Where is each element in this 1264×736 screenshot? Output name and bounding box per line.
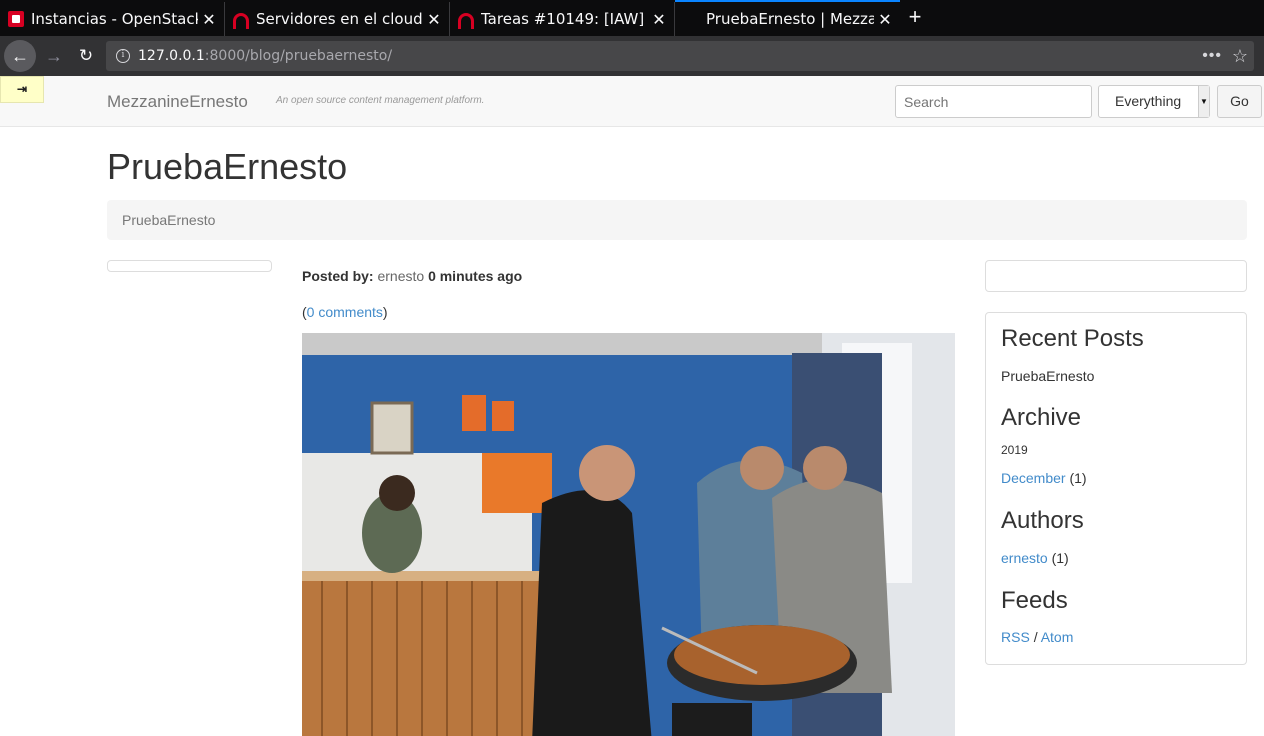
tab-instancias[interactable]: Instancias - OpenStack Da ✕: [0, 2, 225, 36]
info-icon[interactable]: i: [116, 49, 130, 63]
search-input[interactable]: [895, 85, 1092, 118]
search-scope-select[interactable]: Everything ▼: [1098, 85, 1210, 118]
tagline: An open source content management platfo…: [276, 95, 485, 106]
atom-link[interactable]: Atom: [1041, 629, 1074, 645]
page-actions-icon[interactable]: •••: [1202, 47, 1222, 65]
url-path: :8000/blog/pruebaernesto/: [204, 48, 393, 64]
recent-posts-heading: Recent Posts: [1001, 325, 1144, 352]
reload-icon[interactable]: ↻: [70, 40, 102, 72]
tab-tareas[interactable]: Tareas #10149: [IAW] - T ✕: [450, 2, 675, 36]
rss-link[interactable]: RSS: [1001, 629, 1030, 645]
admin-toolbar-toggle[interactable]: ⇥: [0, 76, 44, 103]
sidebar-author-link[interactable]: ernesto: [1001, 550, 1048, 566]
site-header: MezzanineErnesto An open source content …: [0, 76, 1264, 127]
breadcrumb-item: PruebaErnesto: [122, 212, 216, 228]
feeds-item: RSS / Atom: [1001, 629, 1073, 645]
nav-bar: ← → ↻ i 127.0.0.1:8000/blog/pruebaernest…: [0, 36, 1264, 76]
post-meta: Posted by: ernesto 0 minutes ago: [302, 268, 522, 284]
bookmark-star-icon[interactable]: ☆: [1232, 46, 1248, 67]
recent-post-link[interactable]: PruebaErnesto: [1001, 368, 1094, 384]
tab-title: Tareas #10149: [IAW] - T: [481, 10, 648, 28]
go-button[interactable]: Go: [1217, 85, 1262, 118]
redmine-icon: [233, 13, 249, 29]
feed-separator: /: [1033, 629, 1038, 645]
page-title: PruebaErnesto: [107, 146, 348, 187]
new-tab-icon[interactable]: +: [903, 6, 927, 30]
archive-heading: Archive: [1001, 404, 1082, 431]
close-icon[interactable]: ✕: [423, 10, 445, 29]
author-item: ernesto (1): [1001, 550, 1069, 566]
post-photo: [302, 333, 955, 736]
breadcrumb: PruebaErnesto: [107, 200, 1247, 240]
comments-link[interactable]: 0 comments: [307, 304, 383, 320]
redmine-icon: [458, 13, 474, 29]
post-image: [302, 333, 955, 736]
blank-page-icon: [683, 11, 699, 27]
archive-month-link[interactable]: December: [1001, 470, 1066, 486]
feeds-heading: Feeds: [1001, 587, 1068, 614]
authors-heading: Authors: [1001, 507, 1084, 534]
close-icon[interactable]: ✕: [874, 10, 896, 29]
tab-bar: Instancias - OpenStack Da ✕ Servidores e…: [0, 0, 1264, 36]
search-scope-value: Everything: [1115, 93, 1182, 109]
comments-line: (0 comments): [302, 304, 388, 320]
close-icon[interactable]: ✕: [198, 10, 220, 29]
address-bar[interactable]: i 127.0.0.1:8000/blog/pruebaernesto/ •••…: [106, 41, 1254, 71]
tab-title: PruebaErnesto | Mezzanin: [706, 10, 874, 28]
close-icon[interactable]: ✕: [648, 10, 670, 29]
archive-month-count: (1): [1069, 470, 1087, 486]
left-sidebar-panel: [107, 260, 272, 272]
openstack-icon: [8, 11, 24, 27]
back-arrow-icon[interactable]: ←: [4, 40, 36, 72]
tab-title: Instancias - OpenStack Da: [31, 10, 198, 28]
right-sidebar: Recent Posts PruebaErnesto Archive 2019 …: [985, 312, 1247, 665]
caret-down-icon: ▼: [1198, 86, 1209, 117]
archive-year: 2019: [1001, 443, 1028, 457]
archive-month-item: December (1): [1001, 470, 1087, 486]
author-count: (1): [1051, 550, 1069, 566]
forward-arrow-icon[interactable]: →: [38, 40, 70, 72]
author-link[interactable]: ernesto: [377, 268, 424, 284]
posted-by-label: Posted by:: [302, 268, 374, 284]
tab-servidores[interactable]: Servidores en el cloud 201 ✕: [225, 2, 450, 36]
tab-title: Servidores en el cloud 201: [256, 10, 423, 28]
post-time: 0 minutes ago: [428, 268, 523, 284]
tab-pruebaernesto[interactable]: PruebaErnesto | Mezzanin ✕: [675, 0, 900, 36]
url-host: 127.0.0.1: [138, 48, 205, 64]
page-content: MezzanineErnesto An open source content …: [0, 76, 1264, 736]
right-top-panel: [985, 260, 1247, 292]
brand-link[interactable]: MezzanineErnesto: [107, 92, 248, 112]
